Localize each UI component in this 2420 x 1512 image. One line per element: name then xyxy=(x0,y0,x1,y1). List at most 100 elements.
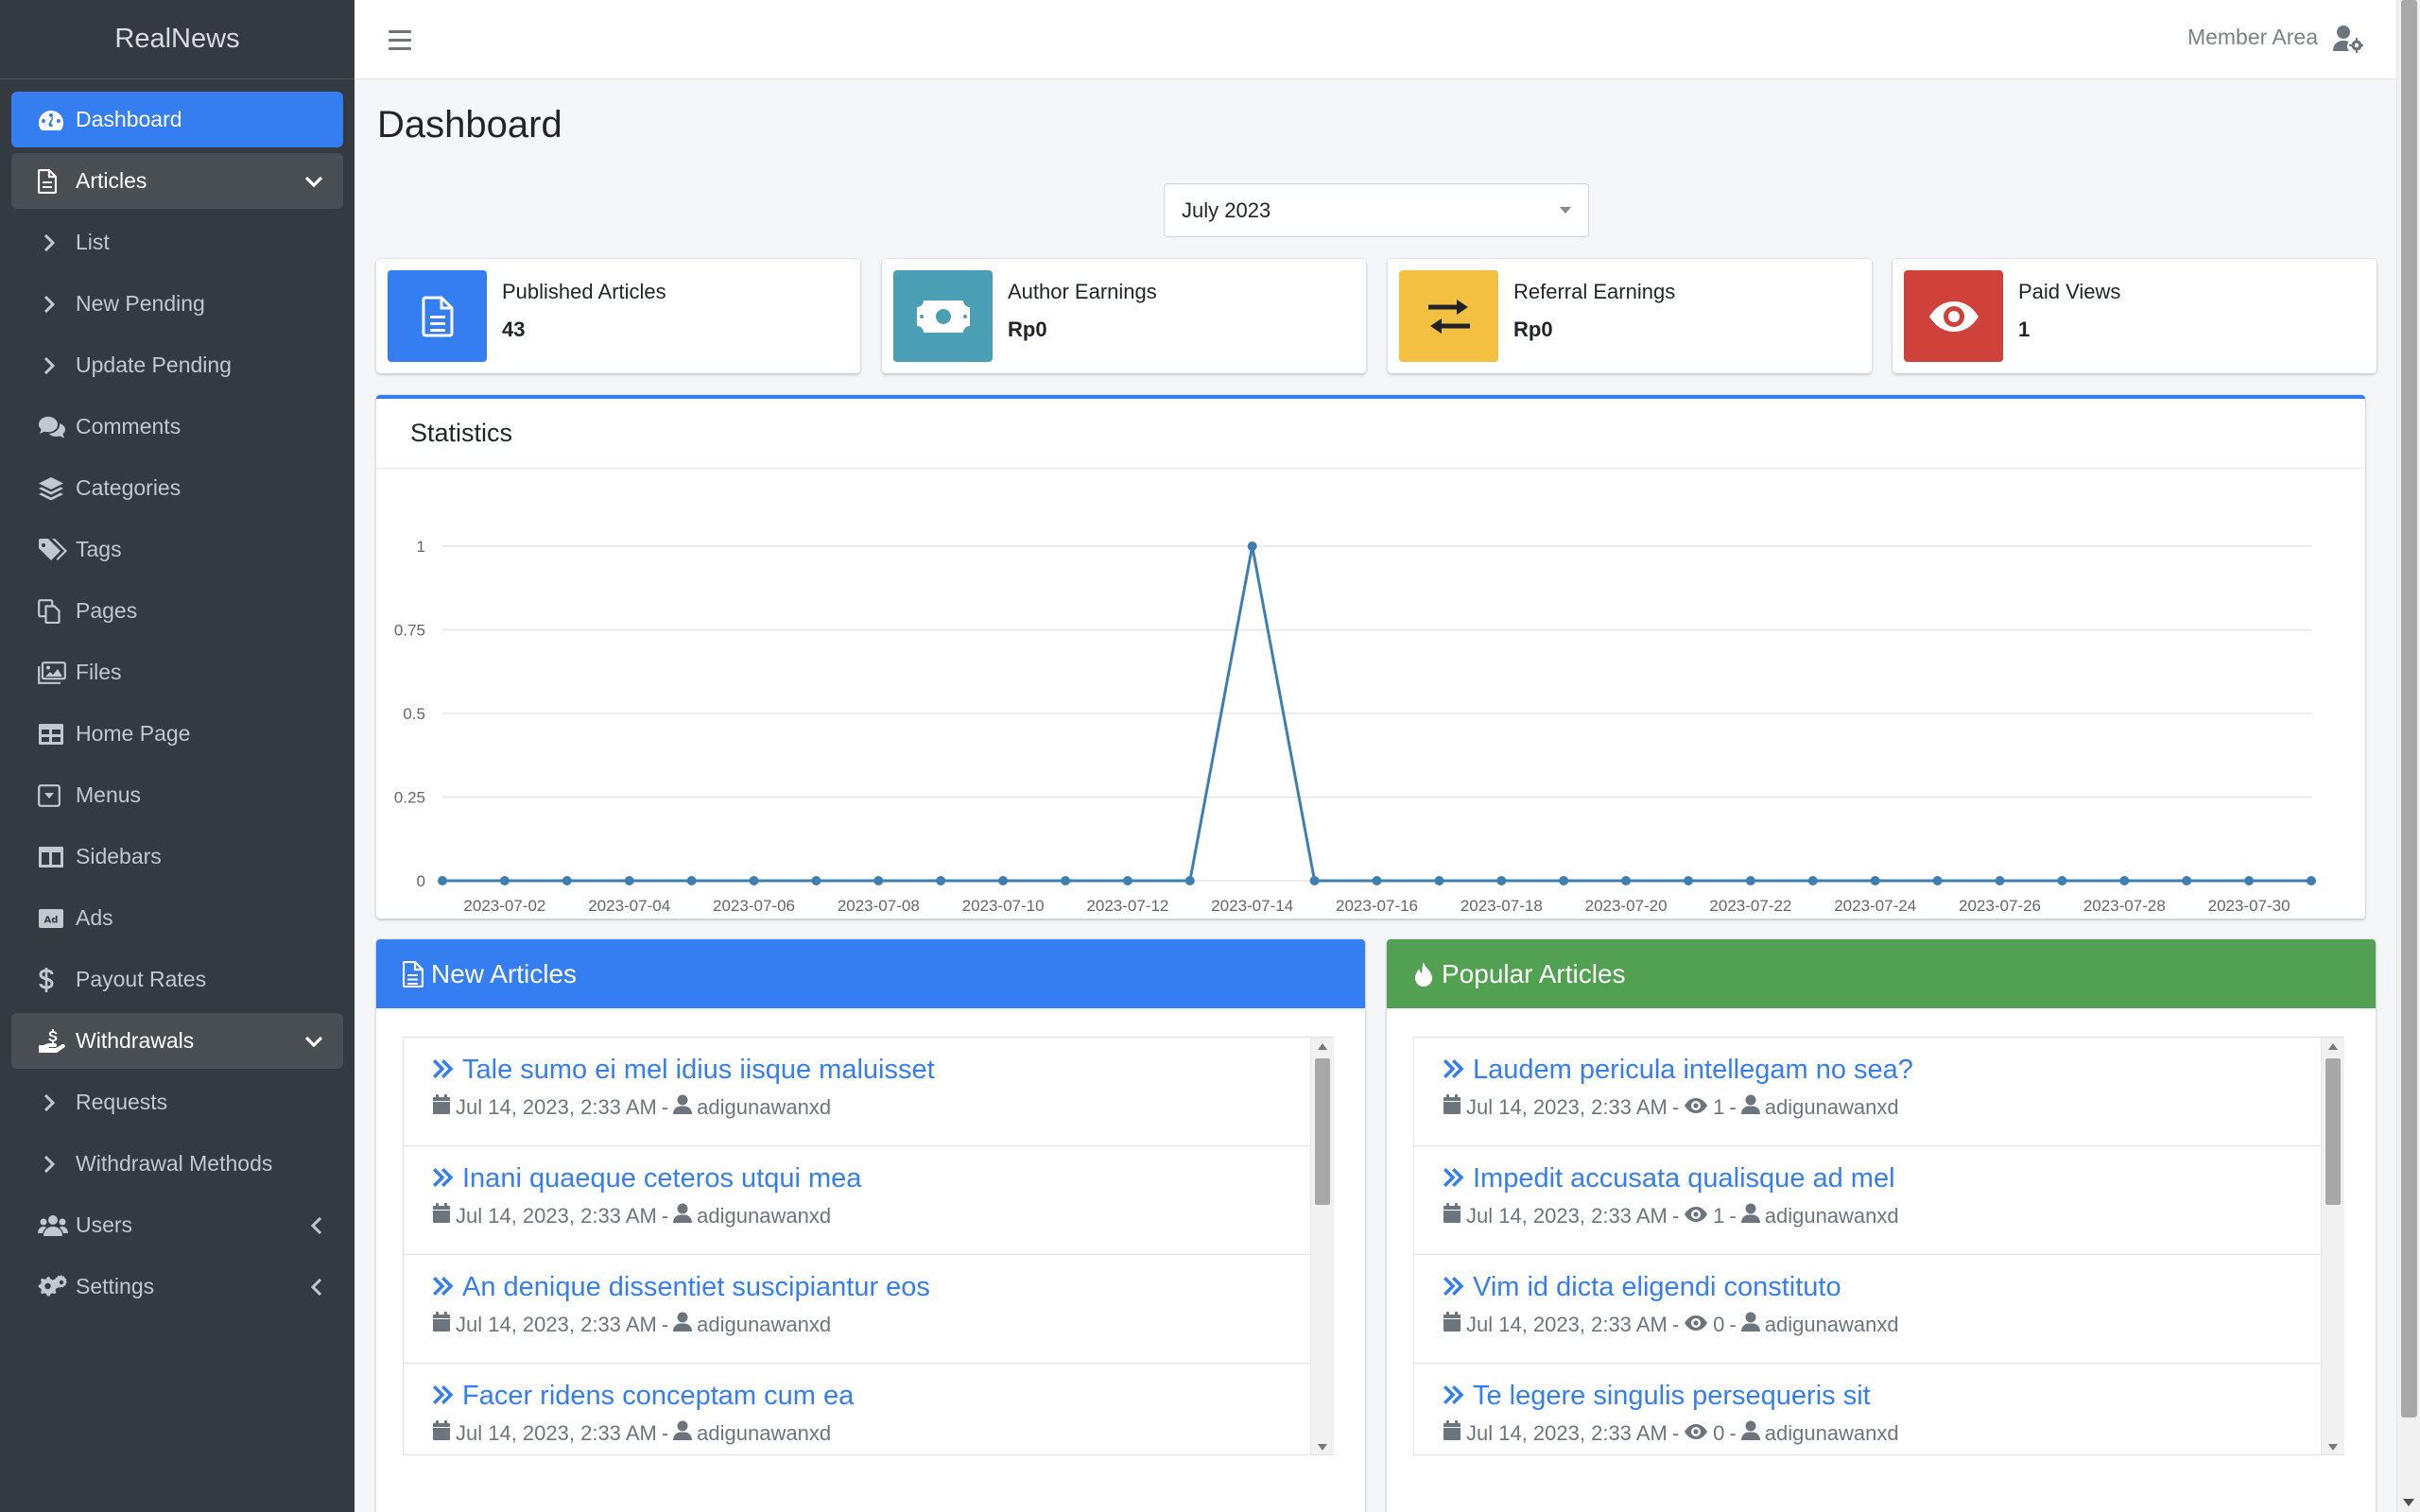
meta-separator: - xyxy=(1671,1313,1680,1336)
article-title-link[interactable]: Facer ridens conceptam cum ea xyxy=(432,1381,1311,1412)
user-icon xyxy=(1740,1203,1765,1229)
article-title-link[interactable]: Tale sumo ei mel idius iisque maluisset xyxy=(432,1055,1311,1086)
eye-icon xyxy=(1684,1204,1713,1228)
article-meta: Jul 14, 2023, 2:33 AM - adigunawanxd xyxy=(432,1312,1311,1338)
list-item: Te legere singulis persequeris sit Jul 14… xyxy=(1414,1364,2322,1454)
eye-icon xyxy=(1684,1421,1713,1446)
article-author[interactable]: adigunawanxd xyxy=(1765,1204,1899,1228)
member-area-link[interactable]: Member Area xyxy=(2187,25,2318,50)
sidebar-item-tags[interactable]: Tags xyxy=(11,522,343,577)
sidebar-item-pages[interactable]: Pages xyxy=(11,583,343,639)
sidebar-item-requests[interactable]: Requests xyxy=(11,1074,343,1130)
popular-articles-card: Popular Articles Laudem pericula intelle… xyxy=(1387,939,2376,1512)
sidebar-item-update-pending[interactable]: Update Pending xyxy=(11,337,343,393)
x-tick-label: 2023-07-26 xyxy=(1959,897,2041,915)
article-meta: Jul 14, 2023, 2:33 AM - adigunawanxd xyxy=(432,1203,1311,1229)
article-author[interactable]: adigunawanxd xyxy=(697,1204,831,1228)
article-title-link[interactable]: Impedit accusata qualisque ad mel xyxy=(1443,1163,2322,1194)
x-tick-label: 2023-07-28 xyxy=(2083,897,2166,915)
hand-holding-usd-icon xyxy=(38,1028,76,1054)
list-item: Facer ridens conceptam cum ea Jul 14, 202… xyxy=(404,1364,1311,1454)
sidebar-item-label: Menus xyxy=(76,782,142,807)
article-author[interactable]: adigunawanxd xyxy=(1765,1421,1899,1446)
calendar-icon xyxy=(1443,1203,1466,1229)
sidebar-item-categories[interactable]: Categories xyxy=(11,460,343,516)
article-title-link[interactable]: Te legere singulis persequeris sit xyxy=(1443,1381,2322,1412)
article-author[interactable]: adigunawanxd xyxy=(697,1313,831,1337)
x-tick-label: 2023-07-20 xyxy=(1585,897,1668,915)
calendar-icon xyxy=(1443,1312,1466,1338)
sidebar-item-label: Dashboard xyxy=(76,107,182,131)
user-cog-icon[interactable] xyxy=(2333,25,2363,53)
sidebar-item-sidebars[interactable]: Sidebars xyxy=(11,829,343,885)
sidebar-item-label: Categories xyxy=(76,475,182,500)
scrollbar[interactable] xyxy=(1310,1038,1334,1454)
comments-icon xyxy=(38,416,76,438)
sidebar-item-label: Pages xyxy=(76,598,138,623)
sidebar-item-settings[interactable]: Settings xyxy=(11,1259,343,1314)
sidebar-item-articles[interactable]: Articles xyxy=(11,153,343,209)
exchange-icon xyxy=(1399,270,1498,362)
meta-separator: - xyxy=(661,1421,669,1445)
x-tick-label: 2023-07-22 xyxy=(1709,897,1791,915)
sidebar-item-list[interactable]: List xyxy=(11,215,343,270)
sidebar-item-new-pending[interactable]: New Pending xyxy=(11,276,343,332)
article-title: Vim id dicta eligendi constituto xyxy=(1473,1272,1841,1302)
page-scrollbar[interactable] xyxy=(2396,0,2420,1512)
sidebar-item-label: Withdrawals xyxy=(76,1028,195,1053)
sidebar-item-files[interactable]: Files xyxy=(11,644,343,700)
month-select[interactable]: July 2023 xyxy=(1164,183,1589,237)
article-title-link[interactable]: Vim id dicta eligendi constituto xyxy=(1443,1272,2322,1303)
data-point xyxy=(686,876,697,885)
article-author[interactable]: adigunawanxd xyxy=(697,1095,831,1120)
data-point xyxy=(2182,876,2192,885)
article-author[interactable]: adigunawanxd xyxy=(1765,1095,1899,1120)
article-date: Jul 14, 2023, 2:33 AM xyxy=(1466,1421,1668,1445)
main-content: Dashboard July 2023 Published Articles 4… xyxy=(354,79,2396,1512)
data-point xyxy=(1122,876,1132,885)
page-title: Dashboard xyxy=(377,104,562,146)
sidebar-item-payout-rates[interactable]: Payout Rates xyxy=(11,952,343,1007)
data-point xyxy=(2307,876,2316,885)
article-title-link[interactable]: Inani quaeque ceteros utqui mea xyxy=(432,1163,1311,1194)
scrollbar[interactable] xyxy=(2321,1038,2344,1454)
sidebar-item-label: Users xyxy=(76,1212,133,1237)
new-articles-list[interactable]: Tale sumo ei mel idius iisque maluisset J… xyxy=(403,1037,1334,1455)
popular-articles-list[interactable]: Laudem pericula intellegam no sea? Jul 14… xyxy=(1413,1037,2344,1455)
sidebar-item-label: Withdrawal Methods xyxy=(76,1151,273,1176)
sidebar: RealNews Dashboard Articles List New Pendin… xyxy=(0,0,354,1512)
article-author[interactable]: adigunawanxd xyxy=(697,1421,831,1446)
info-box-author-earnings: Author Earnings Rp0 xyxy=(882,259,1366,373)
angle-double-right-icon xyxy=(432,1381,462,1412)
sidebar-item-withdrawals[interactable]: Withdrawals xyxy=(11,1013,343,1069)
angle-double-right-icon xyxy=(1443,1272,1473,1303)
sidebar-item-menus[interactable]: Menus xyxy=(11,767,343,823)
sidebar-item-comments[interactable]: Comments xyxy=(11,399,343,455)
chevron-down-icon xyxy=(305,176,322,187)
month-select-value: July 2023 xyxy=(1182,198,1271,222)
user-icon xyxy=(673,1203,697,1229)
list-item: An denique dissentiet suscipiantur eos Ju… xyxy=(404,1255,1311,1364)
sidebar-item-dashboard[interactable]: Dashboard xyxy=(11,92,343,147)
info-box-label: Referral Earnings xyxy=(1513,280,1676,303)
bars-icon[interactable] xyxy=(389,26,411,54)
data-point xyxy=(811,876,821,885)
data-point xyxy=(1932,876,1943,885)
info-box-value: Rp0 xyxy=(1513,318,1553,341)
sidebar-item-label: Ads xyxy=(76,905,113,930)
sidebar-item-home-page[interactable]: Home Page xyxy=(11,706,343,762)
article-title-link[interactable]: Laudem pericula intellegam no sea? xyxy=(1443,1055,2322,1086)
data-point xyxy=(2244,876,2255,885)
info-box-published-articles: Published Articles 43 xyxy=(376,259,860,373)
brand-logo[interactable]: RealNews xyxy=(0,0,354,79)
article-author[interactable]: adigunawanxd xyxy=(1765,1313,1899,1337)
sidebar-item-label: Settings xyxy=(76,1274,155,1298)
new-articles-title: New Articles xyxy=(431,958,578,988)
file-icon xyxy=(38,168,76,194)
sidebar-item-label: List xyxy=(76,230,110,254)
sidebar-item-withdrawal-methods[interactable]: Withdrawal Methods xyxy=(11,1136,343,1192)
sidebar-item-users[interactable]: Users xyxy=(11,1197,343,1253)
sidebar-item-ads[interactable]: Ad Ads xyxy=(11,890,343,946)
data-point xyxy=(873,876,884,885)
article-title-link[interactable]: An denique dissentiet suscipiantur eos xyxy=(432,1272,1311,1303)
